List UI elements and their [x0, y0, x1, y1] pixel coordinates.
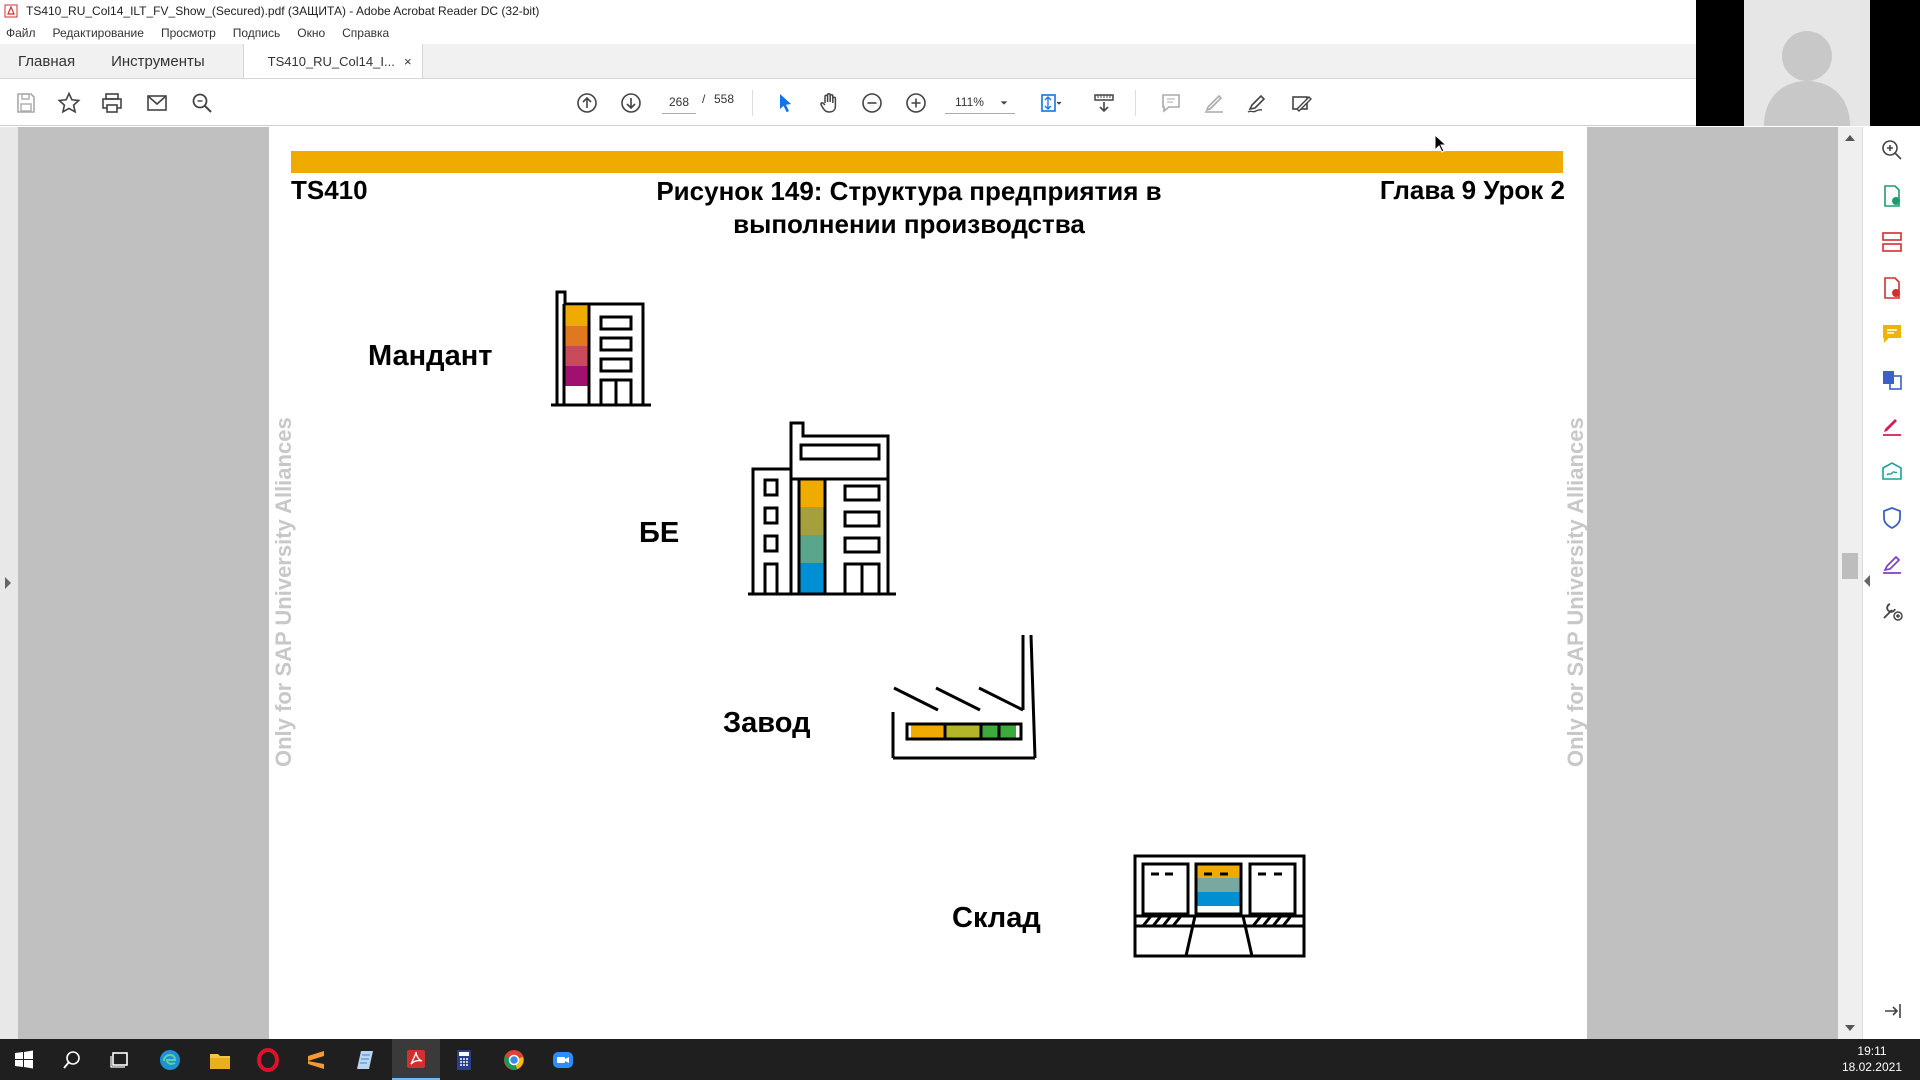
avatar: [1744, 0, 1870, 126]
sign-icon[interactable]: [1243, 89, 1271, 117]
certificates-icon[interactable]: [1878, 550, 1906, 578]
tools-pane: [1862, 127, 1920, 1039]
next-page-icon[interactable]: [617, 89, 645, 117]
scrollbar-thumb[interactable]: [1842, 553, 1858, 579]
acrobat-icon: [4, 4, 18, 18]
level-label-warehouse: Склад: [952, 902, 1041, 934]
close-tab-icon[interactable]: ×: [404, 54, 412, 69]
notepad-icon[interactable]: [342, 1039, 390, 1080]
scroll-up-icon[interactable]: [1845, 135, 1855, 141]
building-icon: [551, 290, 651, 407]
pdf-page: TS410 Рисунок 149: Структура предприятия…: [269, 127, 1588, 1039]
watermark-left: Only for SAP University Alliances: [271, 417, 296, 767]
navigation-pane-toggle[interactable]: [0, 127, 18, 1039]
opera-icon[interactable]: [244, 1039, 292, 1080]
webcam-overlay: [1696, 0, 1920, 126]
scroll-mode-icon[interactable]: [1090, 89, 1118, 117]
clock-date: 18.02.2021: [1841, 1060, 1902, 1074]
acrobat-taskbar-icon[interactable]: [392, 1039, 440, 1080]
export-pdf-icon[interactable]: [1878, 182, 1906, 210]
tab-tools[interactable]: Инструменты: [93, 44, 223, 78]
total-pages: 558: [714, 92, 735, 106]
tab-document[interactable]: TS410_RU_Col14_I... ×: [242, 44, 423, 78]
menu-help[interactable]: Справка: [342, 26, 389, 40]
page-separator: /: [702, 92, 706, 106]
sublime-icon[interactable]: [292, 1039, 340, 1080]
level-label-plant: Завод: [723, 707, 811, 739]
hand-tool-icon[interactable]: [815, 89, 843, 117]
menu-sign[interactable]: Подпись: [233, 26, 281, 40]
fill-sign-icon[interactable]: [1878, 412, 1906, 440]
mail-icon[interactable]: [143, 89, 171, 117]
figure-title: Рисунок 149: Структура предприятия в вып…: [609, 175, 1209, 241]
zoom-tool-icon[interactable]: [1878, 136, 1906, 164]
toolbar-divider: [1135, 90, 1136, 116]
combine-files-icon[interactable]: [1878, 366, 1906, 394]
header-accent-bar: [291, 151, 1563, 173]
watermark-right: Only for SAP University Alliances: [1563, 417, 1588, 767]
factory-icon: [891, 634, 1037, 760]
menu-edit[interactable]: Редактирование: [53, 26, 144, 40]
highlight-pen-icon[interactable]: [1200, 89, 1228, 117]
page-number-input[interactable]: [662, 90, 696, 114]
menu-window[interactable]: Окно: [297, 26, 325, 40]
scroll-down-icon[interactable]: [1845, 1025, 1855, 1031]
file-explorer-icon[interactable]: [196, 1039, 244, 1080]
level-label-company-code: БЕ: [639, 517, 680, 549]
zoom-in-icon[interactable]: [902, 89, 930, 117]
document-viewer[interactable]: TS410 Рисунок 149: Структура предприятия…: [0, 127, 1862, 1039]
chapter-label: Глава 9 Урок 2: [1379, 175, 1565, 205]
send-for-signature-icon[interactable]: [1878, 458, 1906, 486]
mouse-cursor-icon: [1434, 134, 1448, 153]
tab-document-label: TS410_RU_Col14_I...: [267, 53, 395, 69]
office-building-icon: [748, 421, 896, 596]
print-icon[interactable]: [98, 89, 126, 117]
zoom-app-icon[interactable]: [539, 1039, 587, 1080]
tab-bar: Главная Инструменты TS410_RU_Col14_I... …: [0, 44, 1696, 79]
menu-view[interactable]: Просмотр: [161, 26, 216, 40]
more-tools-icon[interactable]: [1878, 596, 1906, 624]
warehouse-icon: [1133, 854, 1306, 958]
collapse-pane-icon[interactable]: [1878, 997, 1906, 1025]
window-title: TS410_RU_Col14_ILT_FV_Show_(Secured).pdf…: [26, 4, 540, 18]
calculator-icon[interactable]: [440, 1039, 488, 1080]
chrome-icon[interactable]: [490, 1039, 538, 1080]
search-taskbar-icon[interactable]: [48, 1039, 96, 1080]
menu-bar: Файл Редактирование Просмотр Подпись Окн…: [0, 22, 1696, 44]
course-code: TS410: [291, 175, 368, 205]
zoom-out-icon[interactable]: [858, 89, 886, 117]
tools-pane-toggle-icon[interactable]: [1864, 575, 1870, 587]
toolbar-divider: [752, 90, 753, 116]
system-clock[interactable]: 19:11 18.02.2021: [1842, 1043, 1902, 1075]
select-cursor-icon[interactable]: [771, 89, 799, 117]
previous-page-icon[interactable]: [573, 89, 601, 117]
search-icon[interactable]: [188, 89, 216, 117]
redact-icon[interactable]: [1288, 89, 1316, 117]
protect-icon[interactable]: [1878, 504, 1906, 532]
edge-icon[interactable]: [146, 1039, 194, 1080]
toolbar: / 558: [0, 80, 1696, 126]
taskbar: 19:11 18.02.2021: [0, 1039, 1920, 1080]
menu-file[interactable]: Файл: [6, 26, 36, 40]
save-icon[interactable]: [12, 89, 40, 117]
organize-pages-icon[interactable]: [1878, 228, 1906, 256]
clock-time: 19:11: [1857, 1044, 1887, 1058]
comment-tool-icon[interactable]: [1878, 320, 1906, 348]
create-pdf-icon[interactable]: [1878, 274, 1906, 302]
title-bar: TS410_RU_Col14_ILT_FV_Show_(Secured).pdf…: [0, 0, 1696, 22]
comment-icon[interactable]: [1157, 89, 1185, 117]
star-icon[interactable]: [55, 89, 83, 117]
task-view-icon[interactable]: [96, 1039, 144, 1080]
tab-home[interactable]: Главная: [0, 44, 93, 78]
level-label-client: Мандант: [368, 340, 493, 372]
zoom-dropdown-chevron-icon[interactable]: [994, 89, 1014, 117]
expand-arrow-icon[interactable]: [5, 577, 11, 589]
fit-page-icon[interactable]: [1036, 89, 1064, 117]
vertical-scrollbar[interactable]: [1838, 127, 1862, 1039]
figure-title-line2: выполнении производства: [733, 209, 1085, 239]
windows-start-icon[interactable]: [0, 1039, 48, 1080]
figure-title-line1: Рисунок 149: Структура предприятия в: [656, 176, 1162, 206]
